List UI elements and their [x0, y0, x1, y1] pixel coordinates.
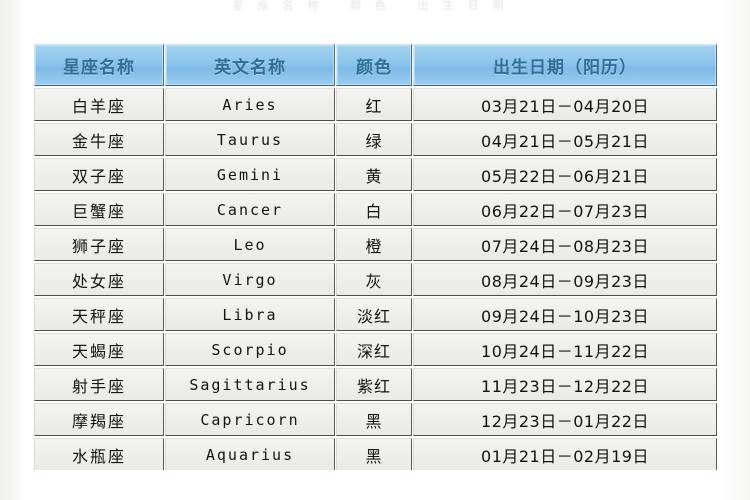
cell-birth-date: 11月23日－12月22日	[413, 368, 717, 401]
table-row[interactable]: 处女座 Virgo 灰 08月24日－09月23日	[34, 263, 717, 296]
table-row[interactable]: 摩羯座 Capricorn 黑 12月23日－01月22日	[34, 403, 717, 436]
cell-birth-date: 01月21日－02月19日	[413, 438, 717, 470]
page-canvas: 星座名称 颜色 出生日期 星座名称 英文名称 颜色 出生日期（阳历） 白羊座 Ar…	[0, 0, 750, 500]
table-header: 星座名称 英文名称 颜色 出生日期（阳历）	[34, 44, 717, 86]
cell-english-name: Gemini	[165, 158, 335, 191]
cell-english-name: Leo	[165, 228, 335, 261]
column-header-english-name[interactable]: 英文名称	[165, 44, 335, 86]
cell-birth-date: 04月21日－05月21日	[413, 123, 717, 156]
cell-birth-date: 03月21日－04月20日	[413, 88, 717, 121]
cell-birth-date: 05月22日－06月21日	[413, 158, 717, 191]
cell-color: 红	[336, 88, 412, 121]
cell-color: 黑	[336, 438, 412, 470]
cell-english-name: Aquarius	[165, 438, 335, 470]
cell-english-name: Cancer	[165, 193, 335, 226]
cell-english-name: Virgo	[165, 263, 335, 296]
cell-english-name: Taurus	[165, 123, 335, 156]
table-row[interactable]: 天秤座 Libra 淡红 09月24日－10月23日	[34, 298, 717, 331]
column-header-color[interactable]: 颜色	[336, 44, 412, 86]
cell-color: 绿	[336, 123, 412, 156]
cell-english-name: Libra	[165, 298, 335, 331]
table-row[interactable]: 金牛座 Taurus 绿 04月21日－05月21日	[34, 123, 717, 156]
cell-birth-date: 09月24日－10月23日	[413, 298, 717, 331]
column-header-birth-date[interactable]: 出生日期（阳历）	[413, 44, 717, 86]
cell-birth-date: 07月24日－08月23日	[413, 228, 717, 261]
cell-english-name: Capricorn	[165, 403, 335, 436]
table-row[interactable]: 射手座 Sagittarius 紫红 11月23日－12月22日	[34, 368, 717, 401]
cell-color: 黑	[336, 403, 412, 436]
cell-zodiac-name: 射手座	[34, 368, 164, 401]
cell-zodiac-name: 天蝎座	[34, 333, 164, 366]
column-header-zodiac-name[interactable]: 星座名称	[34, 44, 164, 86]
cell-color: 橙	[336, 228, 412, 261]
zodiac-table-container: 星座名称 英文名称 颜色 出生日期（阳历） 白羊座 Aries 红 03月21日－04…	[33, 42, 717, 472]
cell-color: 深红	[336, 333, 412, 366]
cell-english-name: Aries	[165, 88, 335, 121]
cell-zodiac-name: 金牛座	[34, 123, 164, 156]
cell-color: 灰	[336, 263, 412, 296]
cell-zodiac-name: 狮子座	[34, 228, 164, 261]
cell-color: 淡红	[336, 298, 412, 331]
top-cut-off-text: 星座名称 颜色 出生日期	[232, 0, 518, 12]
cell-zodiac-name: 巨蟹座	[34, 193, 164, 226]
cell-color: 黄	[336, 158, 412, 191]
cell-birth-date: 12月23日－01月22日	[413, 403, 717, 436]
table-row[interactable]: 巨蟹座 Cancer 白 06月22日－07月23日	[34, 193, 717, 226]
table-row[interactable]: 狮子座 Leo 橙 07月24日－08月23日	[34, 228, 717, 261]
cell-color: 紫红	[336, 368, 412, 401]
cell-zodiac-name: 摩羯座	[34, 403, 164, 436]
cell-zodiac-name: 白羊座	[34, 88, 164, 121]
table-row[interactable]: 天蝎座 Scorpio 深红 10月24日－11月22日	[34, 333, 717, 366]
cell-zodiac-name: 双子座	[34, 158, 164, 191]
table-row[interactable]: 白羊座 Aries 红 03月21日－04月20日	[34, 88, 717, 121]
cell-birth-date: 10月24日－11月22日	[413, 333, 717, 366]
cell-zodiac-name: 处女座	[34, 263, 164, 296]
header-row: 星座名称 英文名称 颜色 出生日期（阳历）	[34, 44, 717, 86]
cell-birth-date: 08月24日－09月23日	[413, 263, 717, 296]
cell-english-name: Scorpio	[165, 333, 335, 366]
cell-birth-date: 06月22日－07月23日	[413, 193, 717, 226]
table-row[interactable]: 水瓶座 Aquarius 黑 01月21日－02月19日	[34, 438, 717, 470]
table-body: 白羊座 Aries 红 03月21日－04月20日 金牛座 Taurus 绿 04月21日－0…	[34, 88, 717, 470]
cell-zodiac-name: 天秤座	[34, 298, 164, 331]
zodiac-table: 星座名称 英文名称 颜色 出生日期（阳历） 白羊座 Aries 红 03月21日－04…	[33, 42, 718, 472]
cell-color: 白	[336, 193, 412, 226]
table-row[interactable]: 双子座 Gemini 黄 05月22日－06月21日	[34, 158, 717, 191]
cell-zodiac-name: 水瓶座	[34, 438, 164, 470]
cell-english-name: Sagittarius	[165, 368, 335, 401]
